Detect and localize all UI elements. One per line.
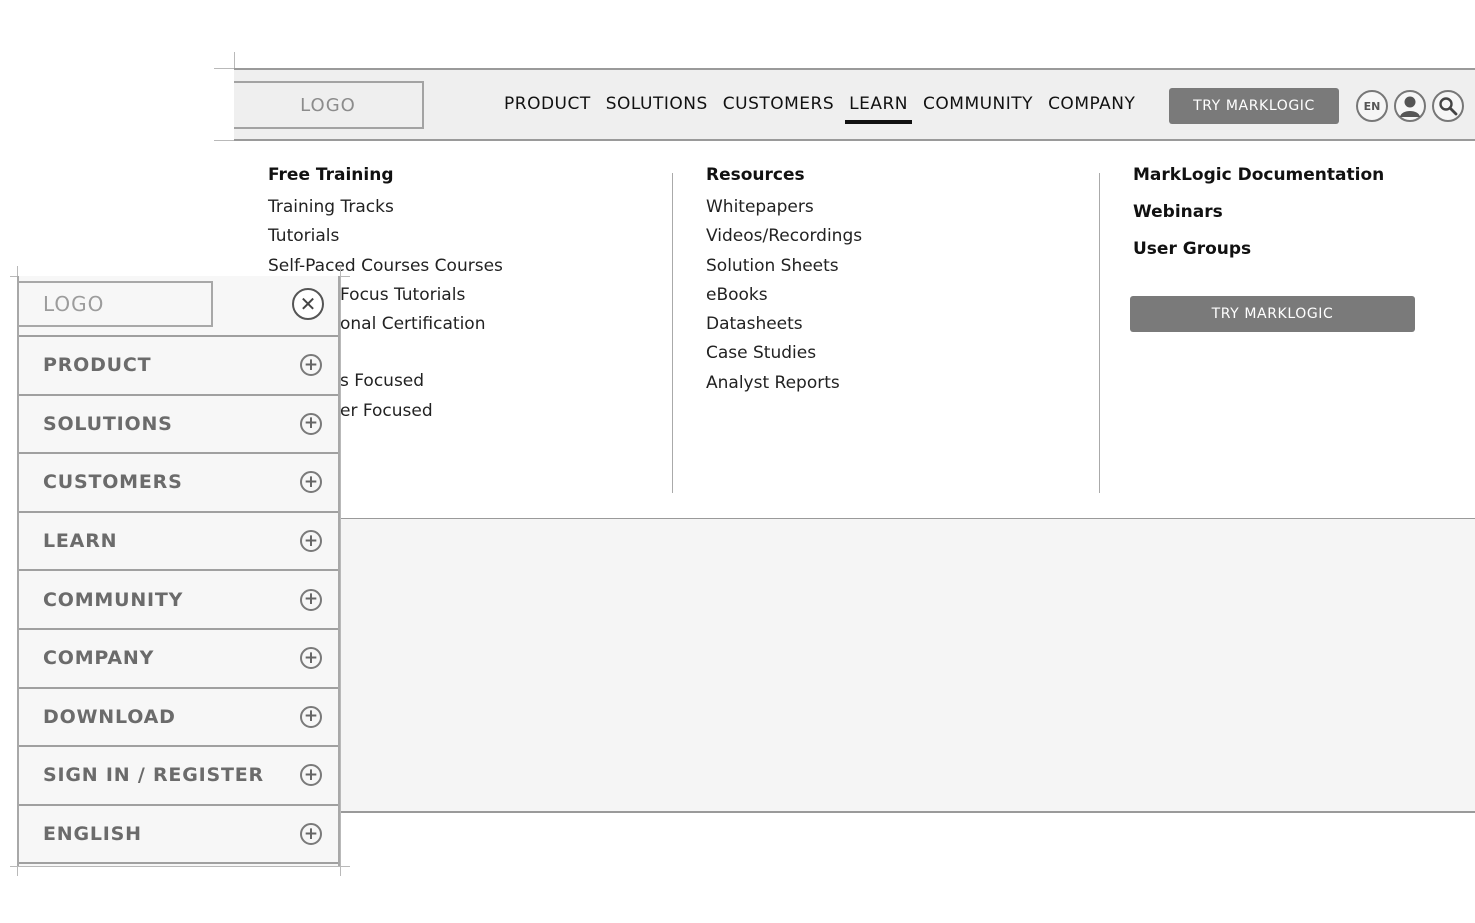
mobile-menu: LOGO ✕ PRODUCT + SOLUTIONS + CUSTOMERS +… xyxy=(17,276,340,866)
link-webinars[interactable]: Webinars xyxy=(1133,202,1384,222)
nav-company[interactable]: COMPANY xyxy=(1048,94,1135,118)
page-body-placeholder xyxy=(234,519,1475,813)
guide-line xyxy=(340,266,341,876)
search-icon-glyph xyxy=(1439,97,1458,116)
mobile-item-company[interactable]: COMPANY + xyxy=(19,630,338,689)
search-icon[interactable] xyxy=(1432,90,1464,122)
plus-icon[interactable]: + xyxy=(300,530,322,553)
column-divider xyxy=(1099,173,1100,493)
dropdown-col-docs: MarkLogic Documentation Webinars User Gr… xyxy=(1133,165,1384,276)
dropdown-col-resources: Resources Whitepapers Videos/Recordings … xyxy=(706,165,862,398)
mobile-item-download[interactable]: DOWNLOAD + xyxy=(19,689,338,748)
link-case-studies[interactable]: Case Studies xyxy=(706,339,862,368)
plus-icon[interactable]: + xyxy=(300,647,322,670)
mobile-item-label: CUSTOMERS xyxy=(43,471,183,494)
link-whitepapers[interactable]: Whitepapers xyxy=(706,193,862,222)
plus-icon[interactable]: + xyxy=(300,823,322,846)
guide-line xyxy=(10,866,350,867)
mobile-item-solutions[interactable]: SOLUTIONS + xyxy=(19,396,338,455)
mobile-logo[interactable]: LOGO xyxy=(19,281,213,327)
mobile-item-community[interactable]: COMMUNITY + xyxy=(19,571,338,630)
try-marklogic-button[interactable]: TRY MARKLOGIC xyxy=(1169,88,1339,124)
mobile-item-english[interactable]: ENGLISH + xyxy=(19,806,338,865)
col-heading-resources[interactable]: Resources xyxy=(706,165,862,185)
user-icon-glyph xyxy=(1400,96,1420,117)
mobile-item-label: COMMUNITY xyxy=(43,588,184,611)
language-label: EN xyxy=(1363,99,1381,113)
link-ebooks[interactable]: eBooks xyxy=(706,281,862,310)
desktop-logo[interactable]: LOGO xyxy=(234,81,424,129)
plus-icon[interactable]: + xyxy=(300,588,322,611)
link-marklogic-documentation[interactable]: MarkLogic Documentation xyxy=(1133,165,1384,185)
language-icon[interactable]: EN xyxy=(1356,90,1388,122)
mobile-item-label: LEARN xyxy=(43,530,118,553)
close-icon[interactable]: ✕ xyxy=(292,288,324,320)
link-solution-sheets[interactable]: Solution Sheets xyxy=(706,252,862,281)
link-tutorials[interactable]: Tutorials xyxy=(268,222,503,251)
mobile-menu-header: LOGO ✕ xyxy=(19,276,338,337)
nav-customers[interactable]: CUSTOMERS xyxy=(723,94,834,118)
nav-solutions[interactable]: SOLUTIONS xyxy=(606,94,708,118)
link-training-tracks[interactable]: Training Tracks xyxy=(268,193,503,222)
column-divider xyxy=(672,173,673,493)
mobile-item-label: PRODUCT xyxy=(43,354,152,377)
desktop-nav: PRODUCT SOLUTIONS CUSTOMERS LEARN COMMUN… xyxy=(504,94,1135,124)
mobile-item-product[interactable]: PRODUCT + xyxy=(19,337,338,396)
plus-icon[interactable]: + xyxy=(300,412,322,435)
link-datasheets[interactable]: Datasheets xyxy=(706,310,862,339)
link-user-groups[interactable]: User Groups xyxy=(1133,239,1384,259)
plus-icon[interactable]: + xyxy=(300,354,322,377)
plus-icon[interactable]: + xyxy=(300,705,322,728)
nav-learn[interactable]: LEARN xyxy=(845,94,912,124)
plus-icon[interactable]: + xyxy=(300,764,322,787)
mobile-item-label: COMPANY xyxy=(43,647,155,670)
mobile-item-sign-in-register[interactable]: SIGN IN / REGISTER + xyxy=(19,747,338,806)
mobile-item-customers[interactable]: CUSTOMERS + xyxy=(19,454,338,513)
user-icon[interactable] xyxy=(1394,90,1426,122)
desktop-header: LOGO PRODUCT SOLUTIONS CUSTOMERS LEARN C… xyxy=(234,68,1475,141)
mobile-item-label: SIGN IN / REGISTER xyxy=(43,764,264,787)
mobile-item-label: DOWNLOAD xyxy=(43,705,176,728)
link-videos-recordings[interactable]: Videos/Recordings xyxy=(706,222,862,251)
mobile-item-label: SOLUTIONS xyxy=(43,412,173,435)
col-heading-free-training[interactable]: Free Training xyxy=(268,165,503,185)
mobile-item-label: ENGLISH xyxy=(43,823,142,846)
dropdown-try-marklogic-button[interactable]: TRY MARKLOGIC xyxy=(1130,296,1415,332)
mobile-item-learn[interactable]: LEARN + xyxy=(19,513,338,572)
link-analyst-reports[interactable]: Analyst Reports xyxy=(706,369,862,398)
nav-product[interactable]: PRODUCT xyxy=(504,94,591,118)
nav-community[interactable]: COMMUNITY xyxy=(923,94,1033,118)
plus-icon[interactable]: + xyxy=(300,471,322,494)
learn-dropdown: Free Training Training Tracks Tutorials … xyxy=(234,141,1475,519)
